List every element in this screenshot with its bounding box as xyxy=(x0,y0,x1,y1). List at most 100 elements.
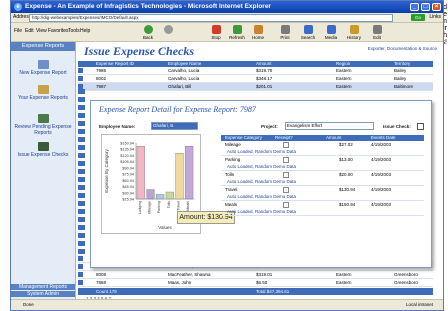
table-row[interactable]: 7868 Maas, John $6.50 Eastern Greensboro xyxy=(78,279,433,287)
table-row[interactable]: 8008 MacFeather, Shawna $319.01 Eastern … xyxy=(78,271,433,279)
table-row-selected[interactable]: 7987 Ghafari, Bill $201.01 Eastern Balti… xyxy=(78,83,433,91)
chart-category-label: Lodging xyxy=(138,201,142,214)
row-selector[interactable] xyxy=(78,280,83,285)
chart-tick-label: $105.94 xyxy=(120,160,134,164)
cell-region: Eastern xyxy=(336,84,352,89)
detail-row[interactable]: Mileage $27.02 4/19/2003 xyxy=(221,141,424,148)
detail-row[interactable]: Meals $150.94 4/19/2003 xyxy=(221,201,424,208)
close-button[interactable]: × xyxy=(432,3,441,11)
cell-date: 4/19/2003 xyxy=(371,172,392,177)
detail-note: Auto Loaded, Random Demo Data xyxy=(221,148,424,156)
cell-id: 8002 xyxy=(96,76,107,81)
detail-note: Auto Loaded, Random Demo Data xyxy=(221,178,424,186)
footer-total: Total $47,394.61 xyxy=(256,289,290,294)
refresh-button[interactable]: Refresh xyxy=(228,25,246,40)
left-caption xyxy=(0,0,8,311)
row-selector[interactable] xyxy=(78,264,83,269)
detail-row[interactable]: Travel $130.94 4/19/2003 xyxy=(221,186,424,193)
chart-tick-label: $60.94 xyxy=(122,179,134,183)
project-field[interactable]: Evangelism Effort xyxy=(285,122,374,130)
stop-icon xyxy=(211,25,221,34)
menu-view[interactable]: View xyxy=(36,28,47,34)
edit-button[interactable]: Edit xyxy=(368,25,386,40)
history-button[interactable]: History xyxy=(345,25,363,40)
row-selector[interactable] xyxy=(78,272,83,277)
sidebar-item-issue-checks[interactable]: Issue Expense Checks xyxy=(11,142,75,158)
cell-amount: $13.00 xyxy=(339,157,353,162)
back-icon xyxy=(143,25,153,34)
cell-amount: $319.01 xyxy=(256,272,273,277)
chart-ylabel: Expense By Category xyxy=(104,148,109,192)
cell-name: MacFeather, Shawna xyxy=(168,272,211,277)
maximize-button[interactable]: □ xyxy=(421,3,430,11)
cell-amount: $150.94 xyxy=(339,202,356,207)
issue-check-label: Issue Check: xyxy=(383,124,411,129)
chart-bar xyxy=(136,146,145,200)
menu-help[interactable]: Help xyxy=(80,28,90,34)
go-button[interactable]: Go xyxy=(411,14,425,21)
sidebar-system-admin[interactable]: System Admin xyxy=(11,291,75,297)
media-button[interactable]: Media xyxy=(322,25,340,40)
status-bar: Done Local intranet xyxy=(11,299,443,310)
cell-region: Eastern xyxy=(336,280,352,285)
cell-category: Travel xyxy=(225,187,238,192)
cell-amount: $27.02 xyxy=(339,142,353,147)
ie-logo-icon: e xyxy=(14,3,22,11)
sidebar-management-reports[interactable]: Management Reports xyxy=(11,284,75,290)
chart-tick-label: $75.94 xyxy=(122,173,134,177)
window-titlebar: e Expense - An Example of Infragistics T… xyxy=(11,1,443,13)
export-link[interactable]: Exporter, Documentation & Source xyxy=(367,46,437,51)
detail-row[interactable]: Parking $13.00 4/19/2003 xyxy=(221,156,424,163)
detail-note: Auto Loaded, Random Demo Data xyxy=(221,208,424,216)
cell-territory: Greensboro xyxy=(394,272,418,277)
edit-icon xyxy=(372,25,382,34)
cell-id: 7868 xyxy=(96,280,107,285)
home-button[interactable]: Home xyxy=(249,25,267,40)
address-input[interactable]: http://dig-webexamples/Expenses/IMCO/Def… xyxy=(29,14,393,22)
cell-name: Carvalho, Lucia xyxy=(168,68,200,73)
menu-edit[interactable]: Edit xyxy=(25,28,34,34)
cell-territory: Bailey xyxy=(394,68,407,73)
detail-note: Auto Loaded, Random Demo Data xyxy=(221,193,424,201)
menu-favorites[interactable]: Favorites xyxy=(48,28,69,34)
sidebar-item-review[interactable]: Review Pending Expense Reports xyxy=(11,114,75,136)
menu-file[interactable]: File xyxy=(14,28,22,34)
sidebar-item-new-report[interactable]: New Expense Report xyxy=(11,60,75,76)
detail-row[interactable]: Tolls $20.00 4/19/2003 xyxy=(221,171,424,178)
row-selector[interactable] xyxy=(78,68,83,73)
chart-bar xyxy=(185,146,194,200)
table-row[interactable]: 7985 Carvalho, Lucia $319.70 Eastern Bai… xyxy=(78,67,433,75)
menu-tools[interactable]: Tools xyxy=(68,28,80,34)
links-label[interactable]: Links xyxy=(429,13,441,22)
chart-tick-label: $30.94 xyxy=(122,191,134,195)
row-selector[interactable] xyxy=(78,76,83,81)
cell-date: 4/19/2003 xyxy=(371,202,392,207)
table-row[interactable]: 8002 Carvalho, Lucia $348.17 Eastern Bai… xyxy=(78,75,433,83)
cell-category: Meals xyxy=(225,202,238,207)
cell-amount: $130.94 xyxy=(339,187,356,192)
cell-amount: $20.00 xyxy=(339,172,353,177)
page-content: Expense Reports New Expense Report Your … xyxy=(11,42,443,301)
sidebar-item-your-reports[interactable]: Your Expense Reports xyxy=(11,85,75,101)
search-button[interactable]: Search xyxy=(299,25,317,40)
project-label: Project: xyxy=(261,124,278,129)
issue-check-checkbox[interactable] xyxy=(417,123,424,130)
sidebar-header[interactable]: Expense Reports xyxy=(11,42,75,51)
cell-id: 7987 xyxy=(96,84,107,89)
row-selector[interactable] xyxy=(78,256,83,261)
cell-category: Mileage xyxy=(225,142,241,147)
forward-button[interactable] xyxy=(159,25,177,35)
minimize-button[interactable]: _ xyxy=(410,3,419,11)
employee-field[interactable]: Ghafari, B. xyxy=(151,122,198,130)
back-button[interactable]: Back xyxy=(139,25,157,40)
stop-button[interactable]: Stop xyxy=(207,25,225,40)
cell-region: Eastern xyxy=(336,68,352,73)
print-button[interactable]: Print xyxy=(276,25,294,40)
cell-date: 4/19/2003 xyxy=(371,157,392,162)
status-text: Done xyxy=(23,302,34,307)
main-panel: Issue Expense Checks Exporter, Documenta… xyxy=(76,42,443,301)
cell-name: Maas, John xyxy=(168,280,192,285)
dialog-title: Expense Report Detail for Expense Report… xyxy=(99,105,256,114)
chart-category-label: Tolls xyxy=(167,201,171,208)
search-icon xyxy=(303,25,313,34)
